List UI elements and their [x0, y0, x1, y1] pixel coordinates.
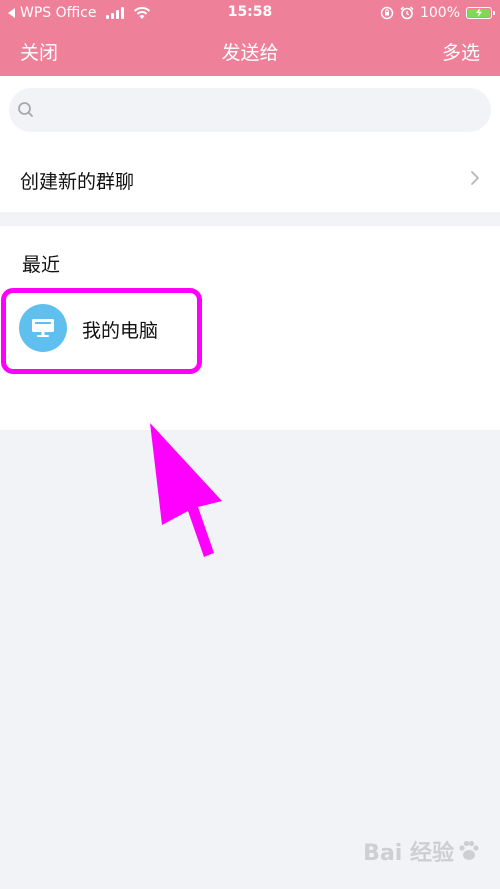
watermark-text: Bai 经验 [363, 841, 454, 866]
page-title: 发送给 [221, 42, 279, 64]
search-box[interactable] [9, 88, 491, 134]
alarm-icon [400, 6, 414, 20]
battery-icon [466, 7, 495, 19]
multi-select-button[interactable]: 多选 [442, 38, 480, 65]
recent-section: 最近 我的电脑 [0, 226, 500, 430]
pointer-arrow-annotation [150, 423, 222, 557]
search-input[interactable] [41, 88, 485, 134]
desktop-monitor-icon [32, 319, 54, 337]
charging-bolt-icon [476, 8, 482, 17]
nav-bar: 关闭 发送给 多选 [0, 26, 500, 76]
create-group-chat-row[interactable]: 创建新的群聊 [0, 146, 500, 212]
avatar [19, 304, 67, 352]
recent-contact-my-computer[interactable]: 我的电脑 [0, 288, 210, 368]
paw-logo-icon [459, 840, 479, 860]
status-bar-right: 100% [380, 4, 495, 22]
app-header: WPS Office 15:58 100% 关闭 发送给 多选 [0, 0, 500, 76]
search-section [0, 76, 500, 146]
chevron-right-icon [471, 171, 479, 185]
recent-section-title: 最近 [22, 254, 61, 276]
orientation-lock-icon [380, 6, 394, 20]
search-icon [18, 102, 33, 117]
watermark: Bai 经验 [363, 835, 482, 867]
contact-name: 我的电脑 [82, 320, 159, 342]
battery-percent: 100% [419, 5, 460, 21]
create-group-chat-label: 创建新的群聊 [20, 171, 135, 193]
status-bar: WPS Office 15:58 100% [0, 0, 500, 26]
